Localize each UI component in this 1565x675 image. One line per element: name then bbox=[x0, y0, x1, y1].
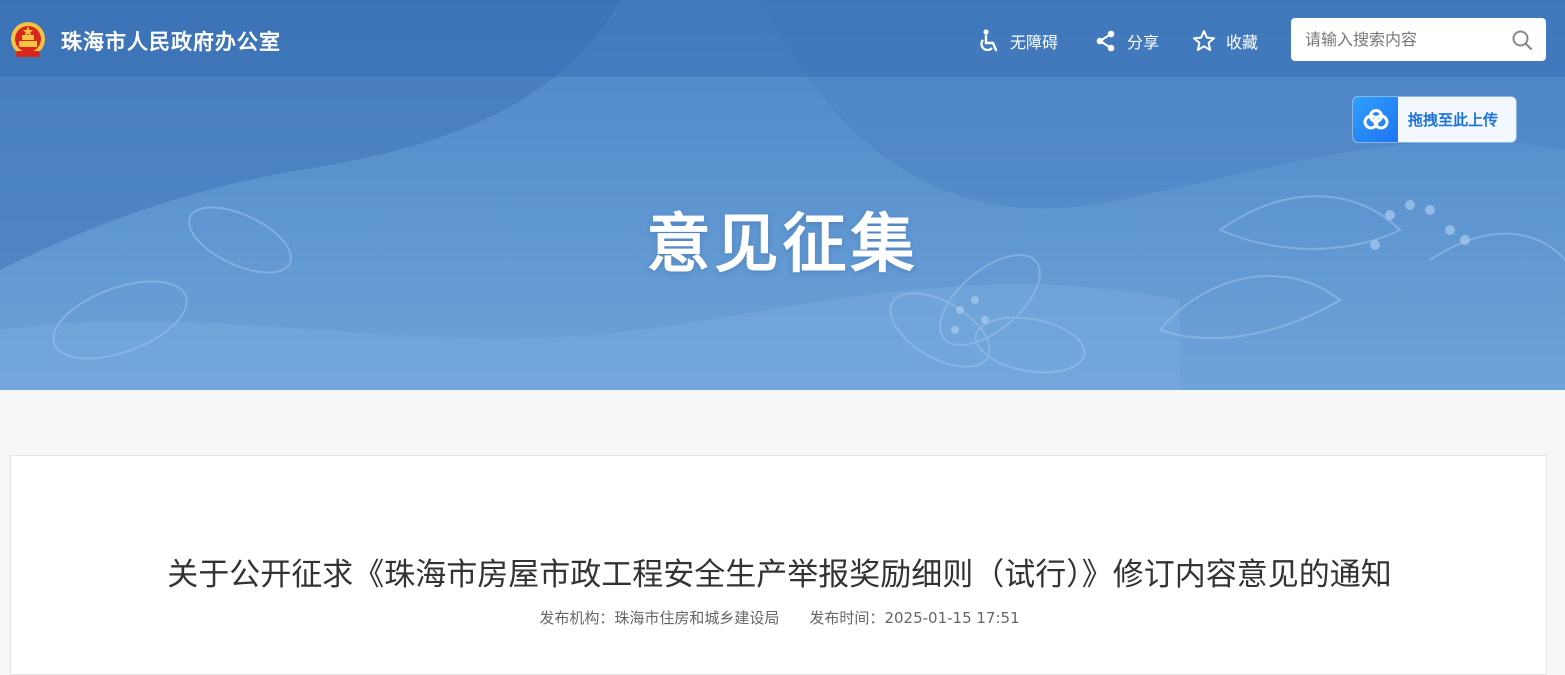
favorite-button[interactable]: 收藏 bbox=[1192, 28, 1258, 54]
share-label: 分享 bbox=[1127, 33, 1160, 52]
article-meta: 发布机构：珠海市住房和城乡建设局 发布时间：2025-01-15 17:51 bbox=[11, 607, 1548, 628]
upload-widget[interactable]: 拖拽至此上传 bbox=[1352, 96, 1517, 143]
search-box bbox=[1291, 18, 1546, 61]
site-name[interactable]: 珠海市人民政府办公室 bbox=[61, 26, 281, 56]
publisher-label: 发布机构： bbox=[539, 609, 615, 627]
share-button[interactable]: 分享 bbox=[1095, 28, 1159, 54]
search-icon[interactable] bbox=[1511, 29, 1533, 51]
publish-time: 2025-01-15 17:51 bbox=[884, 609, 1020, 627]
favorite-label: 收藏 bbox=[1226, 33, 1259, 52]
share-icon bbox=[1096, 30, 1115, 52]
banner: 珠海市人民政府办公室 无障碍 分享 收藏 请输入搜索内容 拖拽至此上传 意见征集 bbox=[0, 0, 1565, 390]
search-input[interactable] bbox=[1291, 18, 1515, 61]
publisher: 珠海市住房和城乡建设局 bbox=[614, 609, 780, 627]
upload-label: 拖拽至此上传 bbox=[1408, 111, 1499, 129]
national-emblem-icon bbox=[11, 22, 45, 57]
accessibility-button[interactable]: 无障碍 bbox=[978, 28, 1058, 54]
wheelchair-icon bbox=[980, 29, 998, 52]
article-card: 关于公开征求《珠海市房屋市政工程安全生产举报奖励细则（试行）》修订内容意见的通知… bbox=[10, 455, 1547, 675]
article-title: 关于公开征求《珠海市房屋市政工程安全生产举报奖励细则（试行）》修订内容意见的通知 bbox=[167, 557, 1392, 593]
banner-title: 意见征集 bbox=[646, 208, 919, 282]
star-icon bbox=[1193, 30, 1215, 51]
accessibility-label: 无障碍 bbox=[1010, 33, 1059, 52]
cloud-upload-icon bbox=[1353, 97, 1398, 142]
publish-time-label: 发布时间： bbox=[809, 609, 885, 627]
